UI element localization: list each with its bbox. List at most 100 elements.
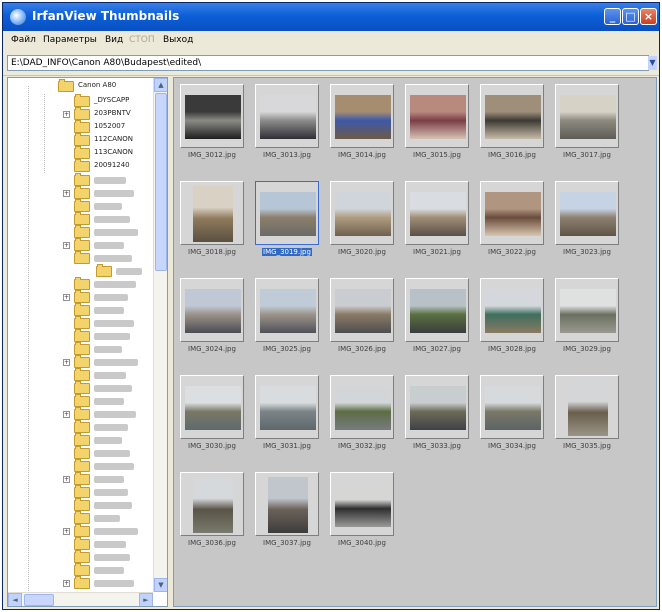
close-button[interactable]: × [640, 8, 657, 25]
folder-icon [74, 316, 90, 329]
expand-plus-icon[interactable]: + [63, 528, 70, 535]
folder-path-input[interactable] [7, 55, 649, 71]
thumbnail-frame[interactable] [180, 278, 244, 342]
thumbnail-frame[interactable] [405, 278, 469, 342]
thumbnail-frame[interactable] [330, 278, 394, 342]
thumbnail-frame[interactable] [255, 84, 319, 148]
thumbnail-frame[interactable] [480, 278, 544, 342]
thumbnail-item[interactable]: IMG_3033.jpg [405, 375, 469, 451]
expand-plus-icon[interactable]: + [63, 111, 70, 118]
thumbnail-item[interactable]: IMG_3014.jpg [330, 84, 394, 160]
scroll-up-icon[interactable]: ▲ [154, 78, 167, 92]
thumbnail-frame[interactable] [330, 375, 394, 439]
menu-stop[interactable]: СТОП [129, 35, 155, 45]
thumbnail-filename-text: IMG_3021.jpg [413, 248, 461, 256]
tree-hscroll-thumb[interactable] [24, 594, 54, 606]
thumbnail-frame[interactable] [180, 375, 244, 439]
thumbnail-item[interactable]: IMG_3030.jpg [180, 375, 244, 451]
thumbnail-item[interactable]: IMG_3024.jpg [180, 278, 244, 354]
thumbnail-item[interactable]: IMG_3012.jpg [180, 84, 244, 160]
folder-tree[interactable]: Canon A80 _DYSCAPP + 203PBNTV 1052007 11… [7, 77, 168, 607]
thumbnail-frame[interactable] [555, 181, 619, 245]
tree-item-obscured[interactable]: + [8, 576, 153, 590]
thumbnail-frame[interactable] [255, 181, 319, 245]
menu-file[interactable]: Файл [11, 35, 36, 45]
thumbnail-item[interactable]: IMG_3034.jpg [480, 375, 544, 451]
thumbnail-filename: IMG_3013.jpg [251, 150, 323, 161]
thumbnail-item[interactable]: IMG_3016.jpg [480, 84, 544, 160]
thumbnail-frame[interactable] [405, 84, 469, 148]
folder-icon [74, 277, 90, 290]
thumbnail-item[interactable]: IMG_3028.jpg [480, 278, 544, 354]
thumbnail-item[interactable]: IMG_3020.jpg [330, 181, 394, 257]
expand-plus-icon[interactable]: + [63, 359, 70, 366]
expand-plus-icon[interactable]: + [63, 411, 70, 418]
thumbnail-item[interactable]: IMG_3022.jpg [480, 181, 544, 257]
expand-plus-icon[interactable]: + [63, 190, 70, 197]
thumbnail-frame[interactable] [555, 84, 619, 148]
thumbnail-item[interactable]: IMG_3025.jpg [255, 278, 319, 354]
thumbnail-item[interactable]: IMG_3035.jpg [555, 375, 619, 451]
thumbnail-item[interactable]: IMG_3019.jpg [255, 181, 319, 257]
thumbnail-frame[interactable] [180, 84, 244, 148]
irfanview-app-icon[interactable] [10, 9, 26, 25]
thumbnail-frame[interactable] [330, 472, 394, 536]
tree-item-20091240[interactable]: 20091240 [8, 159, 153, 173]
photo-thumbnail-image [185, 386, 241, 430]
thumbnail-item[interactable]: IMG_3029.jpg [555, 278, 619, 354]
thumbnail-frame[interactable] [255, 472, 319, 536]
thumbnail-item[interactable]: IMG_3037.jpg [255, 472, 319, 548]
thumbnail-frame[interactable] [405, 181, 469, 245]
thumbnail-item[interactable]: IMG_3015.jpg [405, 84, 469, 160]
thumbnail-frame[interactable] [555, 278, 619, 342]
thumbnail-frame[interactable] [405, 375, 469, 439]
obscured-label [94, 242, 124, 249]
expand-plus-icon[interactable]: + [63, 476, 70, 483]
maximize-button[interactable]: □ [622, 8, 639, 25]
thumbnail-grid[interactable]: IMG_3012.jpg IMG_3013.jpg IMG_3014.jpg IMG_… [173, 77, 657, 607]
thumbnail-frame[interactable] [480, 84, 544, 148]
thumbnail-frame[interactable] [255, 278, 319, 342]
expand-plus-icon[interactable]: + [63, 294, 70, 301]
thumbnail-item[interactable]: IMG_3026.jpg [330, 278, 394, 354]
thumbnail-filename-text: IMG_3040.jpg [338, 539, 386, 547]
thumbnail-frame[interactable] [330, 84, 394, 148]
scroll-left-icon[interactable]: ◄ [8, 593, 22, 606]
thumbnail-item[interactable]: IMG_3018.jpg [180, 181, 244, 257]
thumbnail-item[interactable]: IMG_3031.jpg [255, 375, 319, 451]
obscured-label [94, 229, 138, 236]
thumbnail-item[interactable]: IMG_3036.jpg [180, 472, 244, 548]
tree-horizontal-scrollbar[interactable]: ◄ ► [8, 592, 153, 606]
expand-plus-icon[interactable]: + [63, 580, 70, 587]
menu-options[interactable]: Параметры [43, 35, 97, 45]
thumbnail-frame[interactable] [180, 472, 244, 536]
tree-item-canon-a80[interactable]: Canon A80 [8, 79, 153, 93]
thumbnail-item[interactable]: IMG_3040.jpg [330, 472, 394, 548]
thumbnail-item[interactable]: IMG_3032.jpg [330, 375, 394, 451]
title-bar[interactable]: IrfanView Thumbnails _ □ × [3, 3, 659, 31]
folder-icon [74, 524, 90, 537]
scroll-down-icon[interactable]: ▼ [154, 578, 167, 592]
tree-item-label: 113CANON [94, 148, 134, 156]
thumbnail-frame[interactable] [480, 375, 544, 439]
thumbnail-frame[interactable] [330, 181, 394, 245]
tree-item-label: 1052007 [94, 122, 126, 130]
menu-exit[interactable]: Выход [163, 35, 193, 45]
thumbnail-frame[interactable] [255, 375, 319, 439]
tree-scroll-thumb[interactable] [155, 93, 167, 271]
thumbnail-item[interactable]: IMG_3027.jpg [405, 278, 469, 354]
thumbnail-item[interactable]: IMG_3023.jpg [555, 181, 619, 257]
tree-item-obscured[interactable] [8, 251, 153, 265]
thumbnail-item[interactable]: IMG_3021.jpg [405, 181, 469, 257]
expand-plus-icon[interactable]: + [63, 242, 70, 249]
thumbnail-item[interactable]: IMG_3017.jpg [555, 84, 619, 160]
minimize-button[interactable]: _ [604, 8, 621, 25]
thumbnail-frame[interactable] [180, 181, 244, 245]
thumbnail-frame[interactable] [555, 375, 619, 439]
scroll-right-icon[interactable]: ► [139, 593, 153, 606]
thumbnail-item[interactable]: IMG_3013.jpg [255, 84, 319, 160]
thumbnail-frame[interactable] [480, 181, 544, 245]
menu-view[interactable]: Вид [105, 35, 123, 45]
chevron-down-icon[interactable]: ▼ [648, 56, 657, 70]
tree-vertical-scrollbar[interactable]: ▲ ▼ [153, 78, 167, 592]
